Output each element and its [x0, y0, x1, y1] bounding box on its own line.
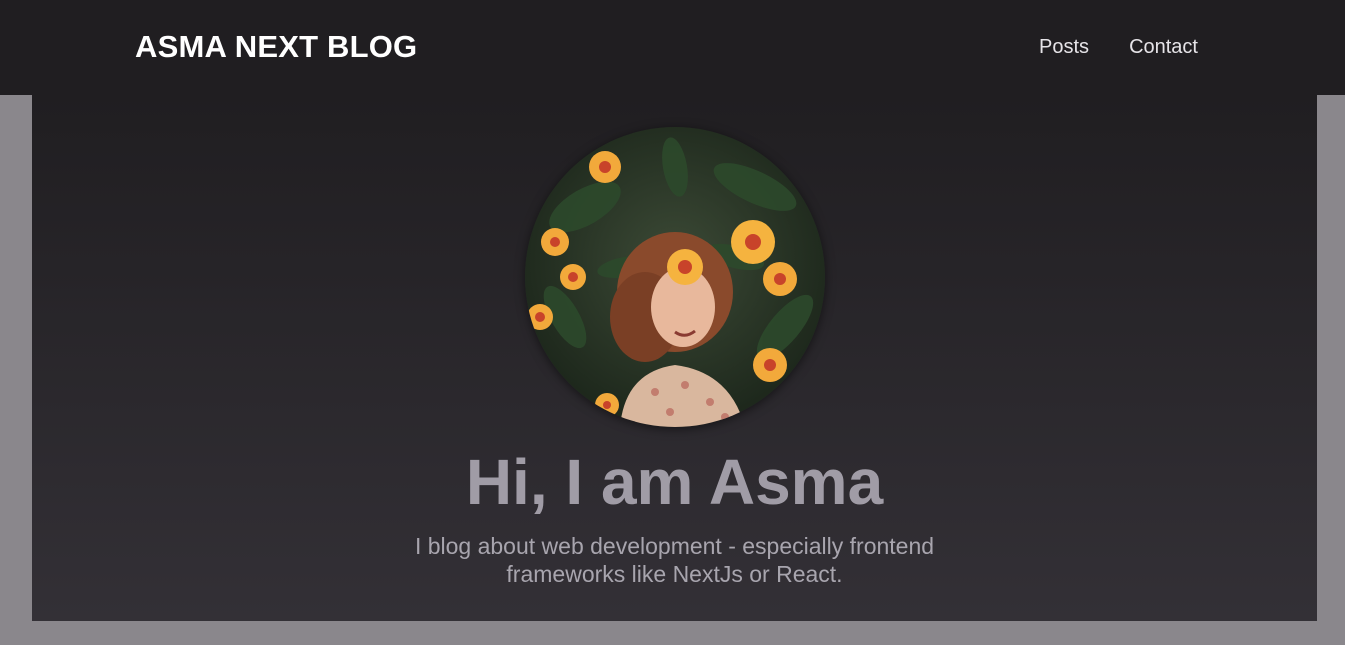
hero-section: Hi, I am Asma I blog about web developme… [32, 95, 1317, 621]
site-header: ASMA NEXT BLOG Posts Contact [0, 0, 1345, 95]
profile-avatar [525, 127, 825, 427]
nav-link-contact[interactable]: Contact [1129, 36, 1198, 59]
site-logo[interactable]: ASMA NEXT BLOG [135, 29, 417, 65]
profile-photo-icon [525, 127, 825, 427]
hero-subtitle: I blog about web development - especiall… [414, 533, 935, 587]
main-nav: Posts Contact [1039, 36, 1198, 59]
nav-link-posts[interactable]: Posts [1039, 36, 1089, 59]
hero-title: Hi, I am Asma [465, 446, 884, 518]
